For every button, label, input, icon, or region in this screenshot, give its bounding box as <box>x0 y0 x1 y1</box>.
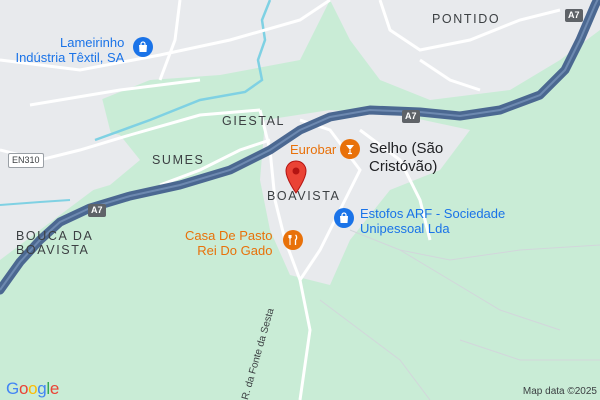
road-shield-en310: EN310 <box>8 153 44 168</box>
place-label-pontido: PONTIDO <box>432 12 501 26</box>
place-label-line: BOUCA DA <box>16 229 94 243</box>
place-label-line: BOAVISTA <box>16 243 90 258</box>
road-shield-a7: A7 <box>88 204 106 217</box>
poi-label-estofos-arf[interactable]: Estofos ARF - Sociedade Unipessoal Lda <box>360 206 506 237</box>
map-attribution[interactable]: Map data ©2025 <box>523 386 597 397</box>
poi-label-line: Estofos ARF - Sociedade <box>360 206 506 221</box>
shopping-bag-icon[interactable] <box>133 37 153 57</box>
place-label-giestal: GIESTAL <box>222 114 286 128</box>
google-logo: Google <box>6 379 60 398</box>
poi-label-line: Casa De Pasto <box>185 228 273 243</box>
shopping-bag-icon[interactable] <box>334 208 354 228</box>
location-pin-icon[interactable] <box>285 160 307 194</box>
town-label-line: Selho (São <box>369 140 444 157</box>
poi-label-eurobar[interactable]: Eurobar <box>290 142 336 158</box>
place-label-sumes: SUMES <box>152 153 205 167</box>
town-label-selho: Selho (São Cristóvão) <box>369 140 443 176</box>
place-label-bouca-da-boavista: BOUCA DA BOAVISTA <box>16 229 93 258</box>
road-shield-a7: A7 <box>402 110 420 123</box>
map-canvas[interactable]: PONTIDO GIESTAL SUMES BOAVISTA BOUCA DA … <box>0 0 600 400</box>
poi-label-line: Indústria Têxtil, SA <box>15 49 125 65</box>
poi-label-lameirinho[interactable]: Lameirinho Indústria Têxtil, SA <box>10 35 125 66</box>
poi-label-line: Rei Do Gado <box>197 242 273 258</box>
town-label-line: Cristóvão) <box>369 158 438 175</box>
poi-label-casa-de-pasto[interactable]: Casa De Pasto Rei Do Gado <box>185 228 273 259</box>
fork-knife-icon[interactable] <box>283 230 303 250</box>
road-shield-a7: A7 <box>565 9 583 22</box>
poi-label-line: Unipessoal Lda <box>360 220 450 236</box>
cocktail-glass-icon[interactable] <box>340 139 360 159</box>
poi-label-line: Lameirinho <box>60 35 125 50</box>
